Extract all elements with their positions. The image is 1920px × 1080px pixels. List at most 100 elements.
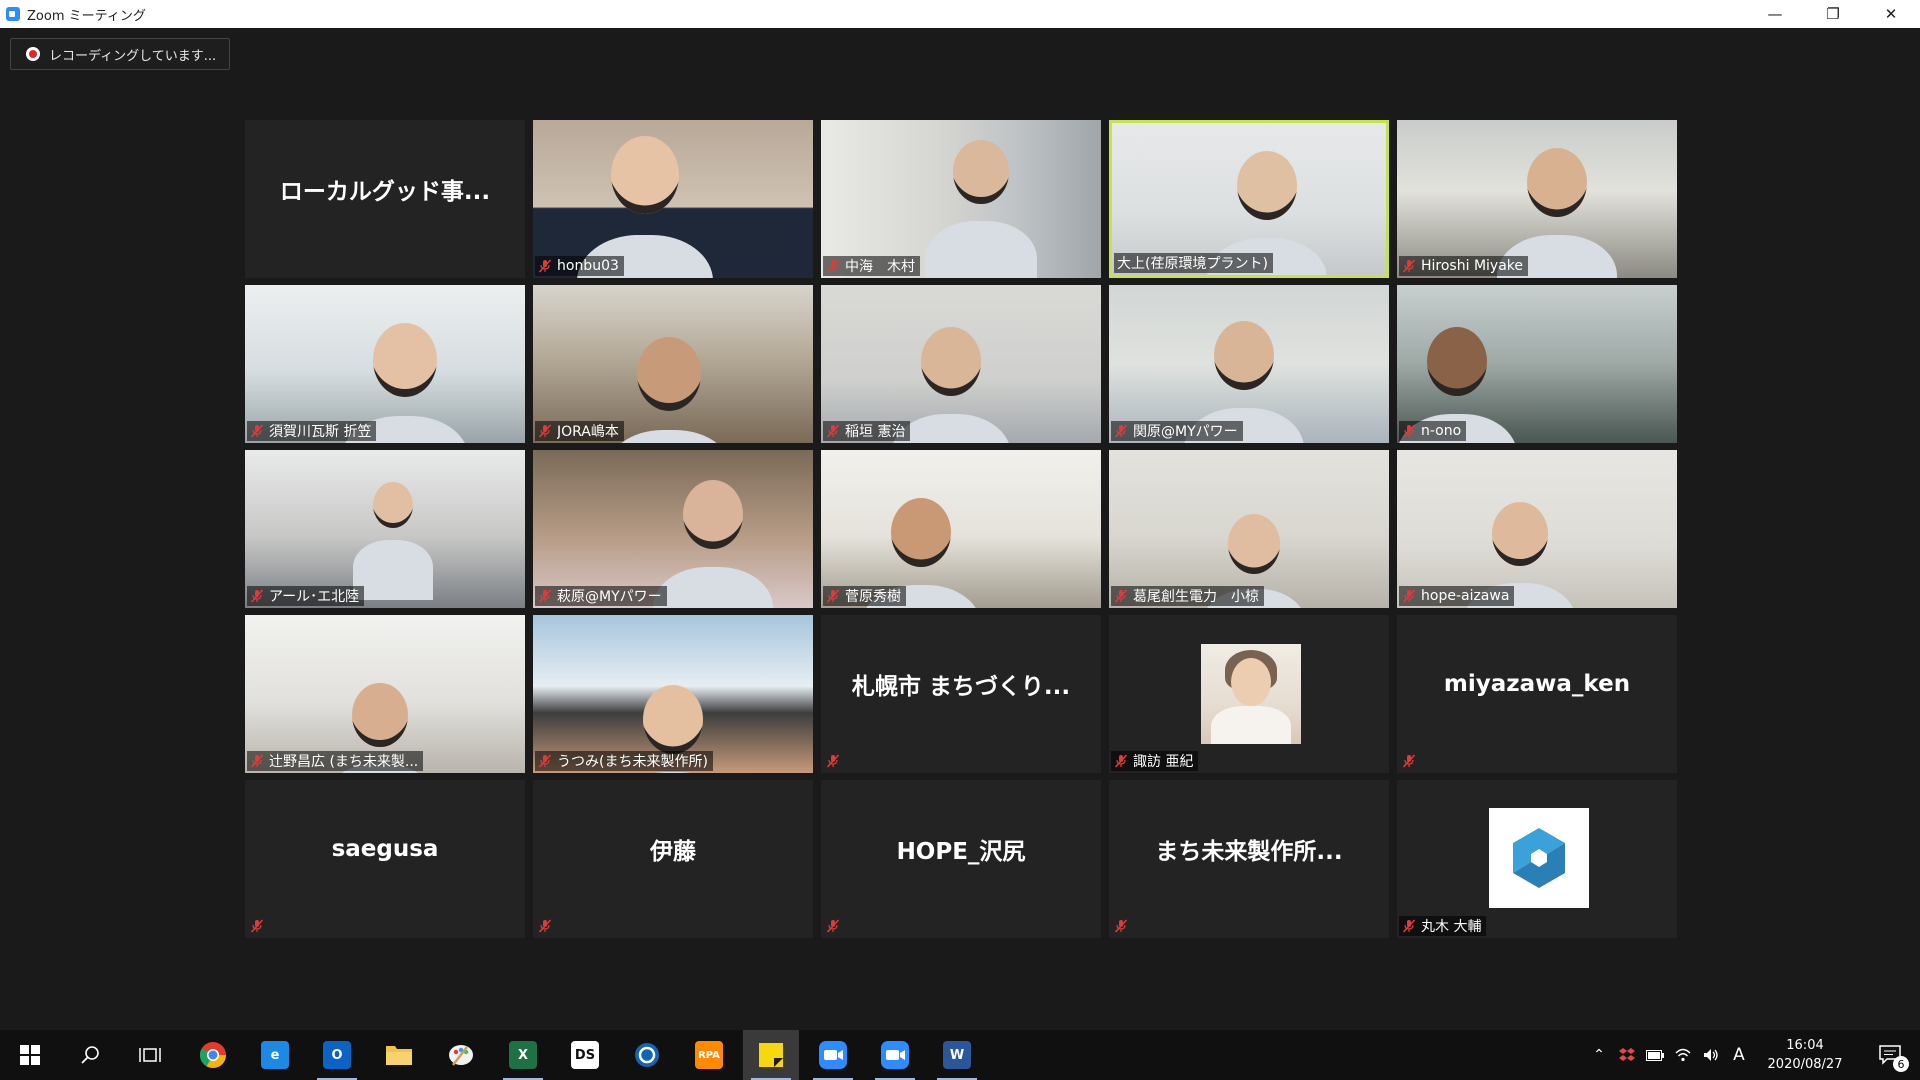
window-controls: — ❐ ✕: [1746, 0, 1920, 28]
taskbar-outlook-button[interactable]: O: [309, 1030, 365, 1080]
participant-silhouette: [605, 429, 733, 443]
participant-video: [1109, 285, 1389, 443]
participant-tile[interactable]: JORA嶋本: [533, 285, 813, 443]
taskbar-icon-label: e: [270, 1047, 280, 1063]
sticky-notes-icon: [757, 1041, 785, 1069]
participant-tile[interactable]: 萩原@MYパワー: [533, 450, 813, 608]
participant-silhouette: [637, 337, 701, 411]
participant-name: 辻野昌広 (まち未来製...: [269, 754, 419, 770]
muted-microphone-icon: [538, 259, 552, 273]
taskbar-clock[interactable]: 16:04 2020/08/27: [1760, 1036, 1850, 1074]
participant-name: 萩原@MYパワー: [557, 589, 662, 605]
participant-name: アール･エ北陸: [269, 589, 360, 605]
participant-silhouette: [373, 482, 413, 528]
muted-microphone-icon: [1114, 589, 1128, 603]
participant-tile[interactable]: 丸木 大輔: [1397, 780, 1677, 938]
taskbar-word-button[interactable]: W: [929, 1030, 985, 1080]
taskbar-zoom2-button[interactable]: [867, 1030, 923, 1080]
muted-microphone-icon: [826, 919, 840, 933]
participant-video: [533, 450, 813, 608]
taskbar-search-button[interactable]: [62, 1030, 118, 1080]
participant-nameplate: n-ono: [1399, 421, 1467, 441]
participant-tile[interactable]: HOPE_沢尻: [821, 780, 1101, 938]
participant-silhouette: [613, 772, 733, 773]
participant-nameplate: JORA嶋本: [535, 421, 624, 441]
participant-tile[interactable]: 葛尾創生電力 小椋: [1109, 450, 1389, 608]
restore-button[interactable]: ❐: [1804, 0, 1862, 28]
taskbar-taskview-button[interactable]: [122, 1030, 178, 1080]
muted-microphone-icon: [1114, 919, 1128, 933]
participant-video: [533, 120, 813, 278]
participant-tile[interactable]: 諏訪 亜紀: [1109, 615, 1389, 773]
taskbar-start-button[interactable]: [2, 1030, 58, 1080]
participant-nameplate: 辻野昌広 (まち未来製...: [247, 751, 424, 771]
participant-silhouette: [653, 567, 773, 608]
participant-tile[interactable]: saegusa: [245, 780, 525, 938]
participant-tile[interactable]: 大上(荏原環境プラント): [1109, 120, 1389, 278]
participant-silhouette: [683, 480, 743, 549]
participant-video: [1397, 285, 1677, 443]
participant-tile[interactable]: ローカルグッド事...: [245, 120, 525, 278]
participant-tile[interactable]: n-ono: [1397, 285, 1677, 443]
participant-tile[interactable]: 稲垣 憲治: [821, 285, 1101, 443]
participant-tile[interactable]: honbu03: [533, 120, 813, 278]
taskbar-excel-button[interactable]: X: [495, 1030, 551, 1080]
battery-icon[interactable]: [1641, 1049, 1669, 1061]
participant-tile[interactable]: Hiroshi Miyake: [1397, 120, 1677, 278]
minimize-button[interactable]: —: [1746, 0, 1804, 28]
taskbar-paint-button[interactable]: [433, 1030, 489, 1080]
participant-name: 葛尾創生電力 小椋: [1133, 589, 1259, 605]
participant-tile[interactable]: 須賀川瓦斯 折笠: [245, 285, 525, 443]
wifi-icon[interactable]: [1669, 1048, 1697, 1062]
participant-video: [245, 285, 525, 443]
participant-tile[interactable]: 札幌市 まちづくり...: [821, 615, 1101, 773]
muted-microphone-icon: [538, 919, 552, 933]
taskbar-sticky-button[interactable]: [743, 1030, 799, 1080]
taskbar-icon-label: W: [949, 1047, 965, 1063]
taskbar-ds-button[interactable]: DS: [557, 1030, 613, 1080]
clock-date: 2020/08/27: [1767, 1057, 1843, 1072]
participant-tile[interactable]: うつみ(まち未来製作所): [533, 615, 813, 773]
participant-tile[interactable]: 関原@MYパワー: [1109, 285, 1389, 443]
chevron-up-icon[interactable]: ⌃: [1585, 1047, 1613, 1063]
participant-nameplate: 大上(荏原環境プラント): [1114, 253, 1273, 273]
taskbar-ie-button[interactable]: e: [247, 1030, 303, 1080]
participant-tile[interactable]: miyazawa_ken: [1397, 615, 1677, 773]
participant-tile[interactable]: アール･エ北陸: [245, 450, 525, 608]
muted-microphone-icon: [250, 754, 264, 768]
taskbar-explorer-button[interactable]: [371, 1030, 427, 1080]
muted-microphone-icon: [1402, 919, 1416, 933]
participant-tile[interactable]: 中海 木村: [821, 120, 1101, 278]
participant-display-name: miyazawa_ken: [1443, 671, 1631, 697]
ds-icon: DS: [571, 1041, 599, 1069]
zoom-icon: [881, 1041, 909, 1069]
participant-nameplate: 諏訪 亜紀: [1111, 751, 1199, 771]
taskbar-circle-button[interactable]: [619, 1030, 675, 1080]
participant-name: n-ono: [1421, 423, 1462, 439]
participant-silhouette: [1214, 321, 1274, 390]
action-center-button[interactable]: 6: [1865, 1030, 1915, 1080]
participant-tile[interactable]: まち未来製作所...: [1109, 780, 1389, 938]
muted-microphone-icon: [1402, 259, 1416, 273]
notification-count: 6: [1893, 1056, 1909, 1072]
participant-nameplate: うつみ(まち未来製作所): [535, 751, 713, 771]
profile-picture: [1201, 644, 1301, 744]
recording-indicator[interactable]: レコーディングしています...: [10, 38, 230, 70]
participant-tile[interactable]: 菅原秀樹: [821, 450, 1101, 608]
volume-icon[interactable]: [1697, 1048, 1725, 1062]
participant-nameplate: 中海 木村: [823, 256, 920, 276]
participant-display-name: ローカルグッド事...: [279, 179, 491, 205]
participant-nameplate: [247, 916, 274, 936]
taskbar-zoom1-button[interactable]: [805, 1030, 861, 1080]
taskbar-chrome-button[interactable]: [185, 1030, 241, 1080]
participant-tile[interactable]: 辻野昌広 (まち未来製...: [245, 615, 525, 773]
participant-nameplate: [823, 751, 850, 771]
participant-tile[interactable]: hope-aizawa: [1397, 450, 1677, 608]
dropbox-icon[interactable]: [1613, 1048, 1641, 1062]
muted-microphone-icon: [250, 589, 264, 603]
taskbar-rpa-button[interactable]: RPA: [681, 1030, 737, 1080]
close-button[interactable]: ✕: [1862, 0, 1920, 28]
participant-tile[interactable]: 伊藤: [533, 780, 813, 938]
participant-silhouette: [953, 140, 1009, 205]
ime-indicator[interactable]: A: [1725, 1045, 1753, 1065]
